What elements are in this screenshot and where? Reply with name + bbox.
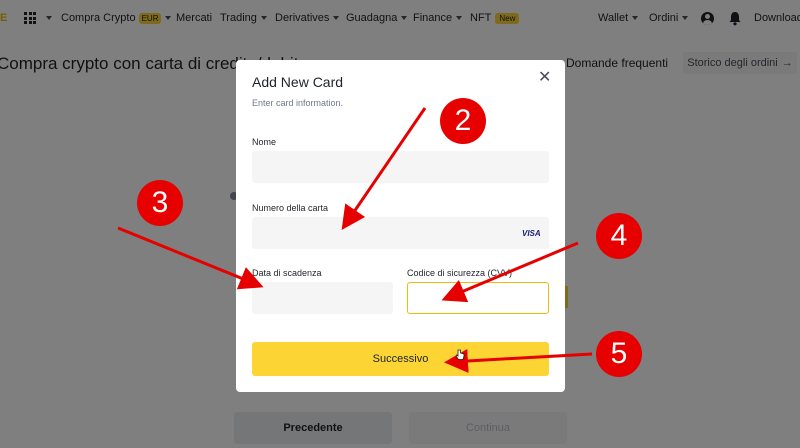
expiry-label: Data di scadenza [252, 268, 322, 278]
name-input[interactable] [252, 151, 549, 183]
card-number-input[interactable] [252, 217, 549, 249]
close-icon[interactable]: ✕ [538, 70, 551, 86]
cvv-input[interactable] [407, 282, 549, 314]
name-label: Nome [252, 137, 277, 147]
expiry-input[interactable] [252, 282, 393, 314]
marker-5: 5 [596, 331, 642, 377]
submit-button[interactable]: Successivo [252, 342, 549, 376]
card-number-label: Numero della carta [252, 203, 329, 213]
marker-2: 2 [440, 98, 486, 144]
marker-4: 4 [596, 213, 642, 259]
marker-3: 3 [137, 180, 183, 226]
cvv-label: Codice di sicurezza (CVV) [407, 268, 513, 278]
add-card-modal: Add New Card ✕ Enter card information. N… [236, 60, 565, 392]
hand-cursor-icon [455, 349, 465, 360]
visa-logo-icon: VISA [522, 229, 541, 238]
modal-subtitle: Enter card information. [252, 98, 344, 108]
modal-title: Add New Card [252, 74, 344, 90]
